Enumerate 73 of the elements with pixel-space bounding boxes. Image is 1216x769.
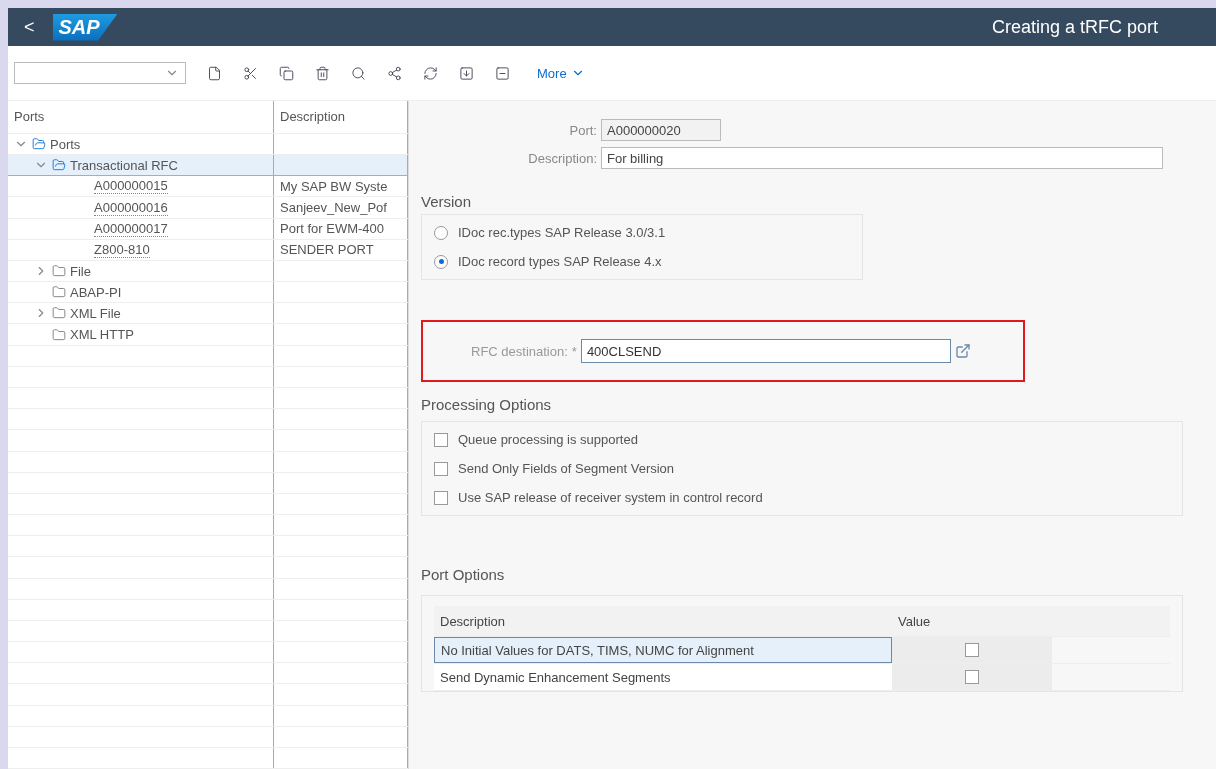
field-label: Description: [527,150,597,166]
field-label: Port: [568,122,597,138]
column-header: Ports [14,109,45,125]
copy-button[interactable] [279,65,294,81]
checkbox[interactable] [434,490,448,505]
tree-row[interactable]: Ports [8,133,408,156]
tree-row[interactable]: Z800-810 SENDER PORT [8,239,408,261]
description-text: My SAP BW Syste [280,178,388,194]
tree-label: ABAP-PI [70,284,122,300]
description-text: SENDER PORT [280,242,374,258]
tree-row[interactable]: XML HTTP [8,324,408,346]
folder-icon [52,158,66,173]
option-label: Use SAP release of receiver system in control record [458,490,763,505]
new-page-button[interactable] [207,65,222,81]
section-title: Version [421,193,473,210]
port-link[interactable]: Z800-810 [94,241,150,258]
tree-row[interactable]: Transactional RFC [8,155,408,177]
tree-row[interactable]: XML File [8,303,408,325]
search-button[interactable] [351,65,366,81]
field-label: RFC destination: [471,343,568,359]
section-title: Port Options [421,566,506,583]
table-cell[interactable]: Send Dynamic Enhancement Segments [434,664,892,690]
folder-icon [52,327,66,342]
share-button[interactable] [387,65,402,81]
radio-button[interactable] [434,254,448,269]
option-label: Send Only Fields of Segment Version [458,461,675,476]
table-cell[interactable]: No Initial Values for DATS, TIMS, NUMC for Alignment [434,637,892,663]
tree-row[interactable]: A000000017 Port for EWM-400 [8,218,408,240]
checkbox[interactable] [434,432,448,447]
expand-button[interactable] [459,65,474,81]
tree-row[interactable]: ABAP-PI [8,282,408,304]
tree-label: File [70,263,91,279]
tree-label: Ports [50,136,81,152]
option-label: Queue processing is supported [458,432,638,447]
checkbox[interactable] [965,670,979,684]
folder-icon [52,306,66,321]
port-field[interactable]: A000000020 [601,119,721,141]
page-title: Creating a tRFC port [991,16,1159,38]
command-field[interactable] [14,62,186,84]
sap-logo: SAP [52,13,118,41]
checkbox[interactable] [434,461,448,476]
option-label: IDoc record types SAP Release 4.x [458,254,662,269]
scissors-button[interactable] [243,65,258,81]
more-button[interactable]: More [531,64,591,82]
description-text: Sanjeev_New_Pof [280,200,387,216]
tree-label: Transactional RFC [70,157,178,173]
tree-row[interactable]: File [8,260,408,283]
trash-button[interactable] [315,65,330,81]
tree-label: XML File [70,305,121,321]
checkbox[interactable] [965,643,979,657]
back-button[interactable]: < [20,16,39,38]
collapse-button[interactable] [495,65,510,81]
tree-row[interactable]: A000000016 Sanjeev_New_Pof [8,197,408,219]
required-mark: * [571,343,577,359]
port-link[interactable]: A000000016 [94,199,168,216]
description-field[interactable]: For billing [601,147,1163,169]
folder-icon [52,285,66,300]
column-header: Description [440,613,506,629]
port-link[interactable]: A000000015 [94,178,168,195]
tree-label: XML HTTP [70,327,134,343]
option-label: IDoc rec.types SAP Release 3.0/3.1 [458,225,666,240]
rfc-destination-field[interactable]: 400CLSEND [580,339,951,363]
column-header: Value [898,613,931,629]
tree-row[interactable]: A000000015 My SAP BW Syste [8,176,408,198]
value-help-button[interactable] [954,343,971,359]
port-link[interactable]: A000000017 [94,220,168,237]
radio-button[interactable] [434,225,448,240]
folder-icon [52,264,66,279]
section-title: Processing Options [421,396,553,413]
column-header: Description [280,109,346,125]
folder-icon [32,137,46,151]
description-text: Port for EWM-400 [280,221,385,237]
refresh-button[interactable] [423,65,438,81]
